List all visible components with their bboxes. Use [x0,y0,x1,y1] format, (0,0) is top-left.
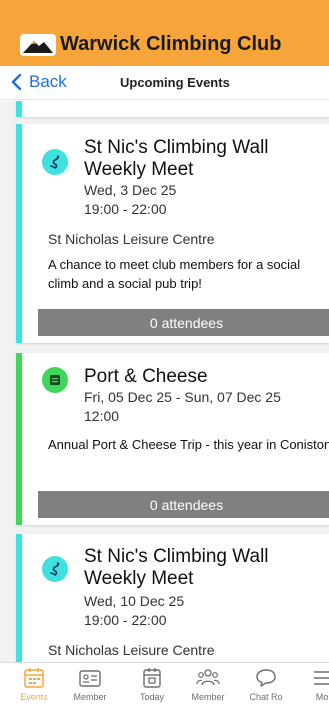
climbing-icon [42,556,68,582]
tab-label: Events [20,692,48,702]
event-date: Fri, 05 Dec 25 - Sun, 07 Dec 25 [84,389,281,405]
today-icon [143,668,161,688]
event-datetime: Wed, 10 Dec 25 19:00 - 22:00 [84,592,329,630]
trip-icon [42,367,68,393]
climbing-icon [42,149,68,175]
tab-members[interactable]: Member [178,667,238,702]
tab-label: Chat Ro [249,692,283,702]
event-card[interactable]: St Nic's Climbing Wall Weekly Meet Wed, … [16,534,329,662]
event-name: St Nic's Climbing Wall Weekly Meet [84,546,269,589]
event-time: 19:00 - 22:00 [84,612,167,628]
attendees-button[interactable]: 0 attendees [38,491,329,518]
calendar-icon [24,668,44,688]
event-description: A chance to meet club members for a soci… [48,257,301,291]
attendees-button[interactable]: 0 attendees [38,309,329,336]
nav-bar: Back Upcoming Events [0,66,329,100]
back-button[interactable]: Back [10,72,67,92]
chat-icon [256,669,276,687]
event-datetime: Fri, 05 Dec 25 - Sun, 07 Dec 25 12:00 [84,388,329,426]
tab-events[interactable]: Events [4,667,64,702]
event-location: St Nicholas Leisure Centre [48,642,215,658]
more-icon [314,671,329,685]
events-list[interactable]: St Nic's Climbing Wall Weekly Meet Wed, … [0,101,329,662]
tab-more[interactable]: Mo [292,667,329,702]
event-date: Wed, 3 Dec 25 [84,182,177,198]
event-location: St Nicholas Leisure Centre [48,231,215,247]
event-card[interactable]: St Nic's Climbing Wall Weekly Meet Wed, … [16,124,329,343]
chevron-left-icon [11,73,22,91]
tab-label: Member [191,692,225,702]
tab-label: Member [73,692,107,702]
event-time: 19:00 - 22:00 [84,201,167,217]
tab-label: Mo [315,692,329,702]
app-title: Warwick Climbing Club [60,33,282,55]
back-label: Back [29,72,67,91]
members-group-icon [196,669,220,686]
event-time: 12:00 [84,408,120,424]
event-name: St Nic's Climbing Wall Weekly Meet [84,137,269,180]
event-card[interactable]: Port & Cheese Fri, 05 Dec 25 - Sun, 07 D… [16,353,329,525]
tab-member-card[interactable]: Member [60,667,120,702]
event-date: Wed, 10 Dec 25 [84,593,185,609]
tab-label: Today [139,692,165,702]
app-header: Warwick Climbing Club [0,0,329,66]
member-card-icon [79,670,101,687]
event-datetime: Wed, 3 Dec 25 19:00 - 22:00 [84,181,329,219]
tab-chat[interactable]: Chat Ro [236,667,296,702]
mountain-logo-icon [20,34,56,56]
event-description: Annual Port & Cheese Trip - this year in… [48,437,329,452]
page-title: Upcoming Events [120,75,230,90]
event-name: Port & Cheese [84,366,208,387]
event-card-partial[interactable] [16,101,329,117]
tab-bar: Events Member Today Member Chat Ro Mo [0,662,329,704]
tab-today[interactable]: Today [122,667,182,702]
